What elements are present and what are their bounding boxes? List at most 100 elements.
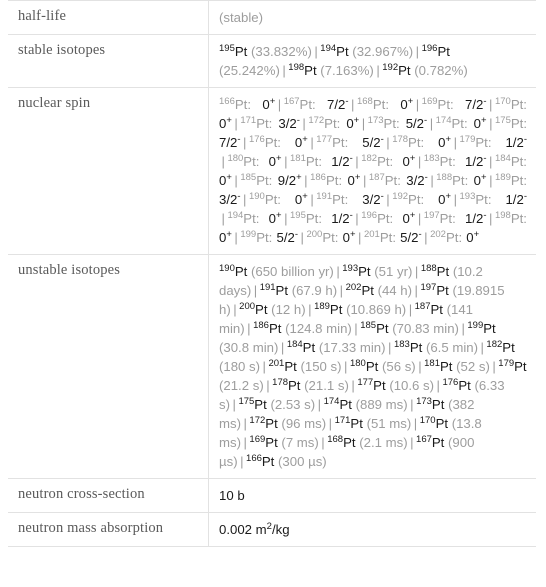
spin-number: 0 bbox=[438, 135, 446, 150]
list-separator: | bbox=[489, 173, 493, 188]
spin-number: 7/2 bbox=[465, 97, 484, 112]
spin-parity: - bbox=[294, 229, 299, 241]
isotope-mass-number: 179 bbox=[498, 358, 515, 370]
isotope-symbol: Pt bbox=[265, 416, 278, 431]
isotope-entry: 177Pt bbox=[357, 378, 385, 393]
isotope-mass-number: 189 bbox=[314, 301, 330, 313]
isotope-symbol: Pt bbox=[483, 321, 496, 336]
isotope-symbol: Pt bbox=[264, 192, 278, 207]
isotope-detail: (51 yr) bbox=[374, 264, 413, 279]
isotope-symbol: Pt bbox=[336, 44, 349, 59]
nuclear-spin-value: 7/2- bbox=[219, 135, 241, 150]
isotope-mass-number: 201 bbox=[268, 358, 285, 370]
isotope-symbol: Pt bbox=[358, 264, 371, 279]
isotope-mass-number: 197 bbox=[420, 282, 437, 294]
nuclear-spin-value: 5/2- bbox=[277, 230, 299, 245]
spin-number: 0 bbox=[346, 116, 354, 131]
property-label-neutron-mass-absorption: neutron mass absorption bbox=[8, 512, 209, 547]
isotope-mass-number: 169 bbox=[249, 434, 266, 446]
list-separator: | bbox=[328, 416, 333, 431]
isotope-detail: (32.967%) bbox=[352, 44, 414, 59]
list-separator: | bbox=[284, 154, 288, 169]
isotope-entry: 184Pt bbox=[287, 340, 315, 355]
isotope-mass-number: 173 bbox=[416, 396, 432, 408]
isotope-mass-number: 185 bbox=[240, 172, 257, 184]
isotope-mass-number: 196 bbox=[421, 43, 438, 55]
list-separator: | bbox=[339, 283, 344, 298]
isotope-mass-number: 171 bbox=[334, 415, 351, 427]
isotope-mass-number: 200 bbox=[306, 229, 323, 241]
spin-parity: - bbox=[483, 210, 487, 222]
spin-parity: - bbox=[483, 96, 487, 108]
list-separator: | bbox=[415, 44, 420, 59]
isotope-mass-number: 197 bbox=[423, 210, 440, 222]
spin-parity: + bbox=[445, 134, 452, 146]
spin-number: 0 bbox=[473, 116, 481, 131]
property-label-unstable-isotopes: unstable isotopes bbox=[8, 254, 209, 479]
value-text: 10 b bbox=[219, 488, 245, 503]
property-value-stable-isotopes: 195Pt (33.832%) | 194Pt (32.967%) | 196Pt (2… bbox=[209, 35, 537, 88]
isotope-entry: 200Pt bbox=[239, 302, 267, 317]
isotope-entry: 189Pt: bbox=[495, 172, 528, 188]
isotope-mass-number: 196 bbox=[361, 210, 378, 222]
spin-parity: - bbox=[237, 134, 241, 146]
isotope-symbol: Pt bbox=[436, 264, 450, 279]
isotope-mass-number: 193 bbox=[342, 263, 359, 275]
list-separator: | bbox=[354, 321, 358, 336]
isotope-symbol: Pt bbox=[377, 211, 390, 226]
isotope-entry: 178Pt: bbox=[392, 134, 425, 150]
isotope-mass-number: 190 bbox=[219, 263, 235, 275]
spin-parity: + bbox=[481, 172, 487, 184]
nuclear-spin-value: 0+ bbox=[295, 192, 308, 207]
isotope-entry: 179Pt bbox=[498, 359, 526, 374]
nuclear-spin-value: 1/2- bbox=[331, 211, 353, 226]
isotope-mass-number: 174 bbox=[435, 115, 452, 127]
spin-number: 1/2 bbox=[505, 192, 524, 207]
spin-parity: - bbox=[424, 115, 428, 127]
isotope-mass-number: 193 bbox=[459, 191, 476, 203]
isotope-mass-number: 169 bbox=[421, 96, 438, 108]
isotope-mass-number: 184 bbox=[286, 339, 303, 351]
isotope-entry: 169Pt bbox=[249, 435, 277, 450]
spin-number: 0 bbox=[262, 97, 270, 112]
isotope-detail: (10.6 s) bbox=[389, 378, 435, 393]
isotope-detail: (650 billion yr) bbox=[251, 264, 334, 279]
isotope-entry: 198Pt bbox=[288, 63, 316, 78]
isotope-mass-number: 202 bbox=[345, 282, 362, 294]
list-separator: | bbox=[453, 135, 457, 150]
isotope-symbol: Pt bbox=[439, 211, 453, 226]
isotope-entry: 185Pt bbox=[360, 321, 388, 336]
isotope-detail: (12 h) bbox=[271, 302, 306, 317]
spin-number: 5/2 bbox=[400, 230, 419, 245]
spin-parity: + bbox=[226, 229, 232, 241]
isotope-detail: (44 h) bbox=[377, 283, 413, 298]
isotope-symbol: Pt bbox=[243, 154, 256, 169]
nuclear-spin-value: 7/2- bbox=[465, 97, 487, 112]
spin-parity: - bbox=[523, 191, 527, 203]
isotope-symbol: Pt bbox=[332, 192, 345, 207]
isotope-entry: 198Pt: bbox=[494, 210, 527, 226]
spin-parity: - bbox=[523, 134, 527, 146]
isotope-mass-number: 194 bbox=[227, 210, 244, 222]
list-separator: | bbox=[376, 63, 380, 78]
table-row: nuclear spin 166Pt: 0+ | 167Pt: 7/2- | 168Pt:… bbox=[8, 87, 536, 255]
isotope-entry: 170Pt bbox=[420, 416, 448, 431]
isotope-symbol: Pt bbox=[284, 359, 297, 374]
unit-exponent: 2 bbox=[266, 521, 272, 533]
isotope-mass-number: 183 bbox=[393, 339, 410, 351]
spin-parity: + bbox=[302, 191, 308, 203]
nuclear-spin-value: 5/2- bbox=[406, 116, 428, 131]
isotope-entry: 181Pt bbox=[424, 359, 452, 374]
table-row: neutron cross-section 10 b bbox=[8, 478, 536, 513]
isotope-mass-number: 175 bbox=[238, 396, 255, 408]
isotope-detail: (124.8 min) bbox=[285, 321, 352, 336]
isotope-entry: 175Pt: bbox=[495, 115, 527, 131]
list-separator: | bbox=[304, 173, 308, 188]
isotope-detail: (52 s) bbox=[456, 359, 490, 374]
list-separator: | bbox=[321, 435, 325, 450]
isotope-detail: (2.1 ms) bbox=[359, 435, 408, 450]
isotope-entry: 201Pt: bbox=[363, 229, 396, 245]
isotope-entry: 199Pt bbox=[467, 321, 495, 336]
isotope-symbol: Pt bbox=[409, 340, 423, 355]
isotope-entry: 174Pt bbox=[324, 397, 352, 412]
